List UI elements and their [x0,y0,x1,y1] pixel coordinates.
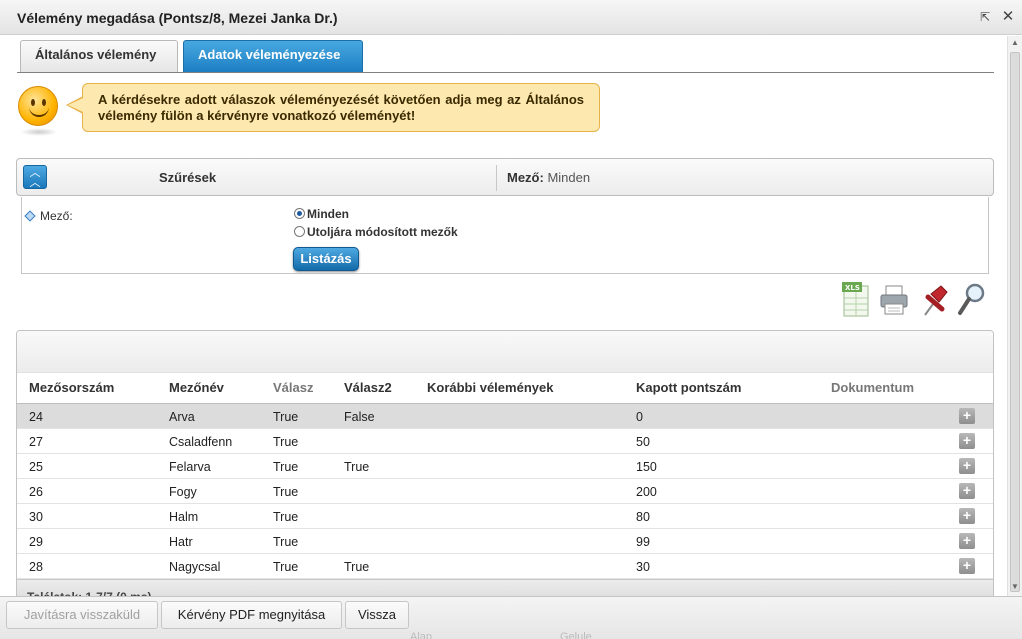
cell-field-name: Nagycsal [169,560,221,574]
filter-header: ︿ ︿ Szűrések Mező: Minden [16,158,994,196]
divider [496,165,497,191]
cell-field-number: 24 [29,410,43,424]
table-row[interactable]: 27 Csaladfenn True 50 + [17,429,993,454]
table-row[interactable]: 26 Fogy True 200 + [17,479,993,504]
background-text: Alap [410,631,433,639]
table-row[interactable]: 25 Felarva True True 150 + [17,454,993,479]
cell-field-name: Hatr [169,535,193,549]
tab-bar: Általános vélemény Adatok véleményezése [17,38,994,73]
dialog-button-bar: Javításra visszaküld Kérvény PDF megnyit… [0,596,1022,639]
table-row[interactable]: 30 Halm True 80 + [17,504,993,529]
cell-answer2: False [344,410,375,424]
diamond-icon [24,210,36,222]
cell-points: 99 [636,535,650,549]
cell-answer: True [273,510,299,524]
cell-answer: True [273,435,299,449]
cell-points: 30 [636,560,650,574]
expand-row-icon[interactable]: + [959,408,975,424]
scrollbar-thumb[interactable] [1010,52,1020,592]
list-button[interactable]: Listázás [293,247,359,271]
cell-points: 200 [636,485,657,499]
expand-row-icon[interactable]: + [959,458,975,474]
cell-answer: True [273,560,299,574]
search-icon[interactable] [957,282,987,318]
cell-field-number: 29 [29,535,43,549]
send-back-button[interactable]: Javításra visszaküld [6,601,158,629]
svg-text:XLS: XLS [845,284,860,292]
radio-button-selected[interactable] [294,208,305,219]
cell-field-name: Fogy [169,485,197,499]
info-message: A kérdésekre adott válaszok véleményezés… [82,83,600,132]
window-titlebar: Vélemény megadása (Pontsz/8, Mezei Janka… [0,0,1022,35]
expand-row-icon[interactable]: + [959,558,975,574]
cell-field-name: Felarva [169,460,211,474]
cell-answer: True [273,485,299,499]
print-icon[interactable] [879,282,909,318]
filter-panel: Mező: Minden Utoljára módosított mezők L… [21,197,989,274]
col-field-number[interactable]: Mezősorszám [29,380,114,395]
window-title: Vélemény megadása (Pontsz/8, Mezei Janka… [17,10,338,26]
close-icon[interactable]: ✕ [1000,9,1016,25]
scroll-down-icon[interactable]: ▼ [1011,582,1019,591]
radio-last-modified[interactable]: Utoljára módosított mezők [294,225,458,239]
expand-row-icon[interactable]: + [959,483,975,499]
cell-field-name: Arva [169,410,195,424]
filter-summary: Mező: Minden [507,170,590,185]
col-document[interactable]: Dokumentum [831,380,914,395]
smiley-shadow [20,128,58,136]
xls-export-icon[interactable]: XLS [841,282,871,318]
pin-icon[interactable] [919,282,949,318]
tab-data-review[interactable]: Adatok véleményezése [183,40,363,72]
background-text: Gelule [560,631,592,639]
cell-answer2: True [344,560,370,574]
cell-answer: True [273,460,299,474]
radio-all[interactable]: Minden [294,207,349,221]
expand-row-icon[interactable]: + [959,433,975,449]
fields-grid: Mezősorszám Mezőnév Válasz Válasz2 Koráb… [16,330,994,598]
cell-field-number: 27 [29,435,43,449]
col-answer2[interactable]: Válasz2 [344,380,392,395]
table-row[interactable]: 29 Hatr True 99 + [17,529,993,554]
col-field-name[interactable]: Mezőnév [169,380,224,395]
cell-field-number: 25 [29,460,43,474]
table-row[interactable]: 24 Arva True False 0 + [17,404,993,429]
cell-field-number: 26 [29,485,43,499]
smiley-icon [18,86,58,126]
back-button[interactable]: Vissza [345,601,409,629]
col-previous-opinions[interactable]: Korábbi vélemények [427,380,553,395]
cell-field-number: 30 [29,510,43,524]
col-answer[interactable]: Válasz [273,380,313,395]
expand-row-icon[interactable]: + [959,533,975,549]
cell-points: 150 [636,460,657,474]
field-filter-label: Mező: [24,209,73,223]
cell-points: 0 [636,410,643,424]
filter-title: Szűrések [159,170,217,185]
cell-points: 80 [636,510,650,524]
chevron-up-icon: ︿ ︿ [29,167,41,189]
grid-toolbar [17,331,993,373]
filter-summary-value: Minden [547,170,591,185]
bubble-tail-inner [68,98,83,112]
cell-points: 50 [636,435,650,449]
cell-field-number: 28 [29,560,43,574]
grid-header: Mezősorszám Mezőnév Válasz Válasz2 Koráb… [17,373,993,404]
tab-general-opinion[interactable]: Általános vélemény [20,40,178,72]
popout-icon[interactable]: ⇱ [977,9,993,25]
open-pdf-button[interactable]: Kérvény PDF megnyitása [161,601,342,629]
cell-field-name: Halm [169,510,199,524]
cell-field-name: Csaladfenn [169,435,233,449]
table-row[interactable]: 28 Nagycsal True True 30 + [17,554,993,579]
filter-summary-label: Mező: [507,170,544,185]
cell-answer: True [273,410,299,424]
cell-answer2: True [344,460,370,474]
vertical-scrollbar[interactable]: ▲ ▼ [1007,36,1022,596]
scroll-up-icon[interactable]: ▲ [1011,38,1019,47]
collapse-filter-button[interactable]: ︿ ︿ [23,165,47,189]
expand-row-icon[interactable]: + [959,508,975,524]
col-points[interactable]: Kapott pontszám [636,380,741,395]
radio-button[interactable] [294,226,305,237]
cell-answer: True [273,535,299,549]
